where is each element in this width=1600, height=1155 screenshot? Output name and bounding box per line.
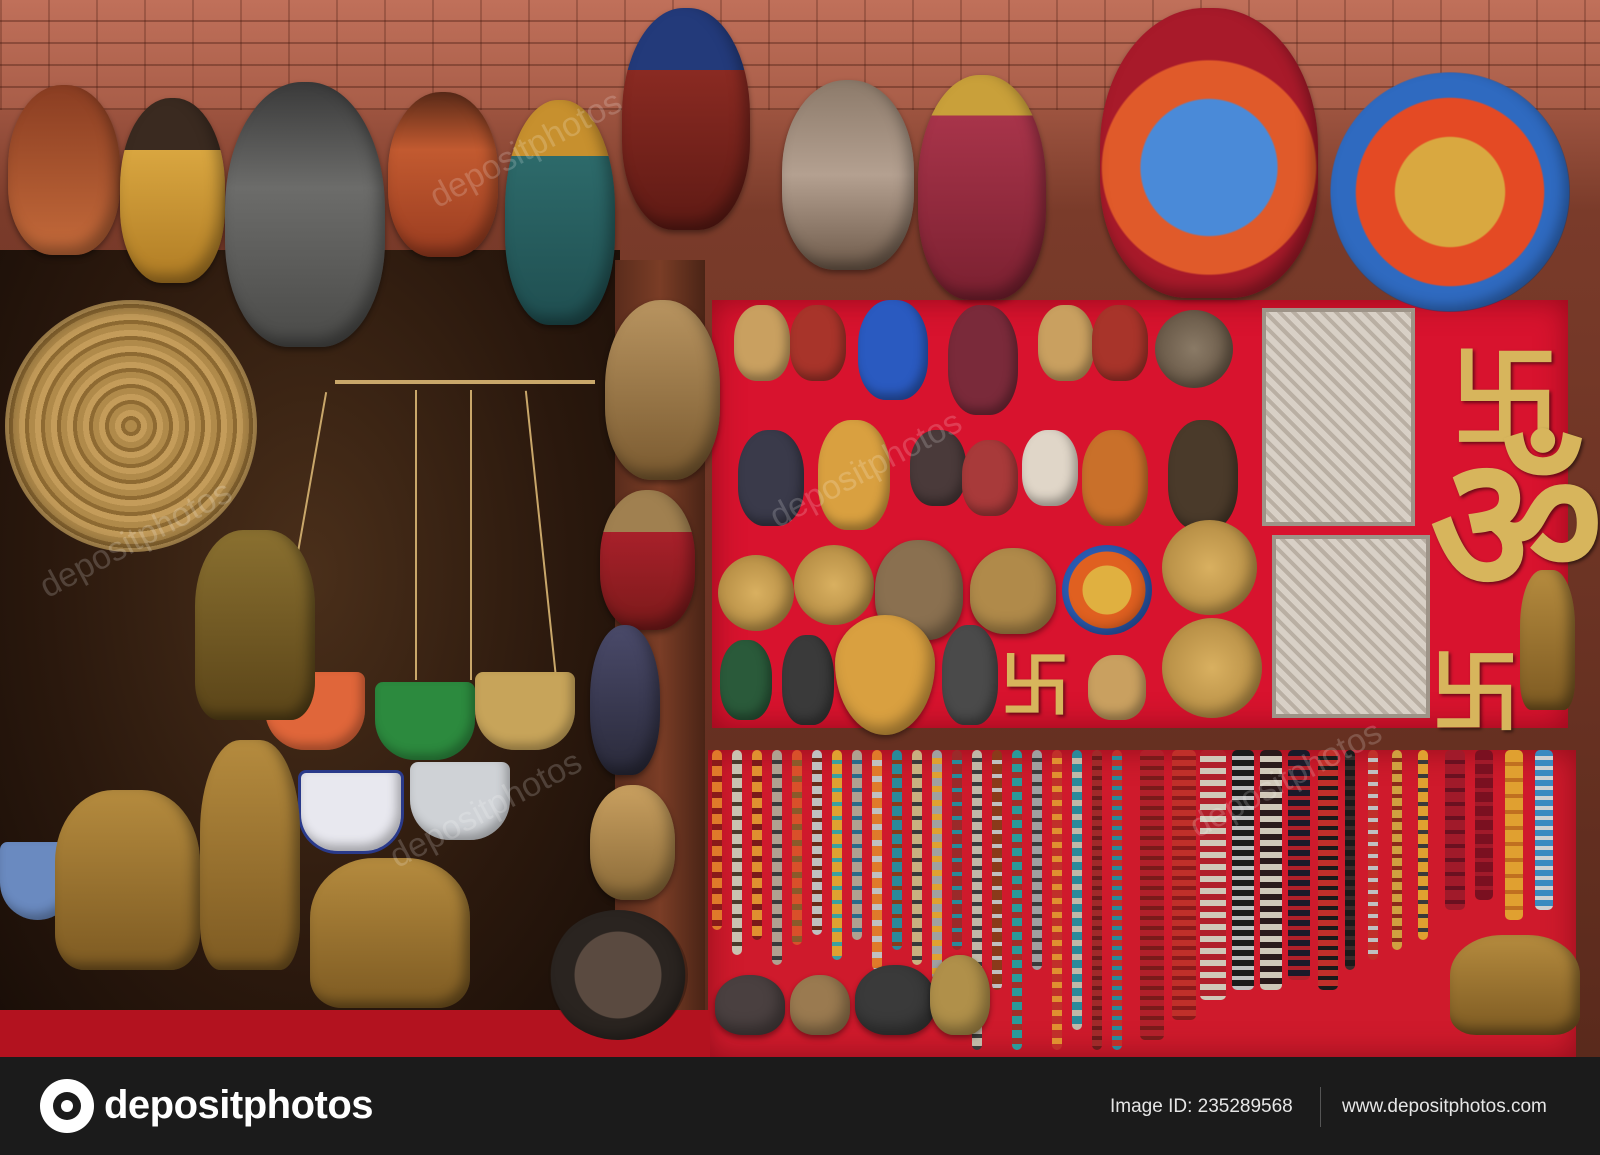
- brass-swastika-bottom: 卐: [1430, 640, 1520, 746]
- necklace: [792, 750, 802, 945]
- necklace: [1418, 750, 1428, 940]
- brass-ganesha-mask: [930, 955, 990, 1035]
- necklace: [1368, 750, 1378, 960]
- red-goddess-plaque: [600, 490, 695, 630]
- brass-ganesha-sun: [1162, 520, 1257, 615]
- necklace: [852, 750, 862, 940]
- swastika-symbol: 卐: [1000, 644, 1070, 727]
- necklace: [1392, 750, 1402, 950]
- blue-demon-mask: [1100, 8, 1318, 298]
- image-id: Image ID: 235289568: [1110, 1096, 1293, 1117]
- brass-ganesha-plaque: [605, 300, 720, 480]
- necklace: [1505, 750, 1523, 920]
- depositphotos-logo-icon: [40, 1079, 94, 1133]
- mini-mask: [1038, 305, 1094, 381]
- necklace: [912, 750, 922, 965]
- bag-string: [415, 390, 417, 680]
- brass-om-symbol: ॐ: [1430, 413, 1600, 636]
- necklace: [772, 750, 782, 965]
- brass-medallion: [1155, 310, 1233, 388]
- bag-string: [470, 390, 472, 680]
- dark-demon-mask: [715, 975, 785, 1035]
- mini-mask: [1082, 430, 1148, 526]
- necklace: [992, 750, 1002, 990]
- silver-wheel-plaque: [1272, 535, 1430, 718]
- brick-wall: [0, 0, 1600, 110]
- necklace: [1140, 750, 1164, 1040]
- necklace: [732, 750, 742, 955]
- green-mosaic-bag: [375, 682, 475, 760]
- necklace: [712, 750, 722, 930]
- rack-bar: [335, 380, 595, 384]
- painted-sun-plaque: [1062, 545, 1152, 635]
- bhairav-mask: [782, 80, 914, 270]
- necklace: [812, 750, 822, 935]
- mini-mask: [734, 305, 790, 381]
- necklace: [872, 750, 882, 970]
- brass-sun-face: [1162, 618, 1262, 718]
- mini-mask: [782, 635, 834, 725]
- necklace: [952, 750, 962, 950]
- red-buddha-mask: [622, 8, 750, 230]
- necklace: [1072, 750, 1082, 1030]
- sun-mask: [1330, 72, 1570, 312]
- stock-footer: depositphotos Image ID: 235289568 www.de…: [0, 1057, 1600, 1155]
- necklace: [1535, 750, 1553, 910]
- golden-buddha-mask: [120, 98, 225, 283]
- stone-buddha-head: [225, 82, 385, 347]
- brass-sun-plaque: [718, 555, 794, 631]
- brass-oval-mask: [590, 785, 675, 900]
- mini-mask: [1088, 655, 1146, 720]
- necklace: [1092, 750, 1102, 1050]
- necklace: [1445, 750, 1465, 910]
- photo: 卐 卐 ॐ 卐 depositphotos depositphotos depo…: [0, 0, 1600, 1057]
- necklace: [1345, 750, 1355, 970]
- necklace: [932, 750, 942, 980]
- brass-bhairav-plaque: [970, 548, 1056, 634]
- mini-mask: [790, 305, 846, 381]
- necklace: [1172, 750, 1196, 1020]
- site-url: www.depositphotos.com: [1342, 1096, 1547, 1117]
- ganesha-mask: [8, 85, 120, 255]
- necklace: [1475, 750, 1493, 900]
- mini-mask: [1092, 305, 1148, 381]
- brass-deity-figures: [1450, 935, 1580, 1035]
- mini-mask: [1022, 430, 1078, 506]
- mini-mask: [962, 440, 1018, 516]
- necklace: [1012, 750, 1022, 1050]
- necklace: [1052, 750, 1062, 1050]
- necklace: [1318, 750, 1338, 990]
- mini-mask: [1168, 420, 1238, 530]
- brass-mosaic-bag: [475, 672, 575, 750]
- mini-mask: [720, 640, 772, 720]
- brass-buddha-statue: [55, 790, 200, 970]
- brass-sun-moon-plaque: [794, 545, 874, 625]
- logo-dot: [61, 1100, 73, 1112]
- footer-divider: [1320, 1087, 1321, 1127]
- necklace: [832, 750, 842, 960]
- elephant-mask: [918, 75, 1046, 300]
- logo-text: depositphotos: [104, 1083, 374, 1127]
- brass-temple-lamp: [195, 530, 315, 720]
- necklace: [1200, 750, 1226, 1000]
- mini-mask: [942, 625, 998, 725]
- dark-bhairav-mask: [855, 965, 935, 1035]
- mini-mask: [948, 305, 1018, 415]
- brass-buddha-bust: [310, 858, 470, 1008]
- silver-mandala-plaque: [1262, 308, 1415, 526]
- brass-deity-statue: [200, 740, 300, 970]
- necklace: [1032, 750, 1042, 970]
- brass-ganesha-figure: [1520, 570, 1575, 710]
- horse-head-mask: [590, 625, 660, 775]
- necklace: [752, 750, 762, 940]
- necklace: [1112, 750, 1122, 1050]
- dark-sun-mask: [548, 910, 688, 1040]
- mini-mask: [858, 300, 928, 400]
- necklace: [892, 750, 902, 950]
- brass-face-mask: [790, 975, 850, 1035]
